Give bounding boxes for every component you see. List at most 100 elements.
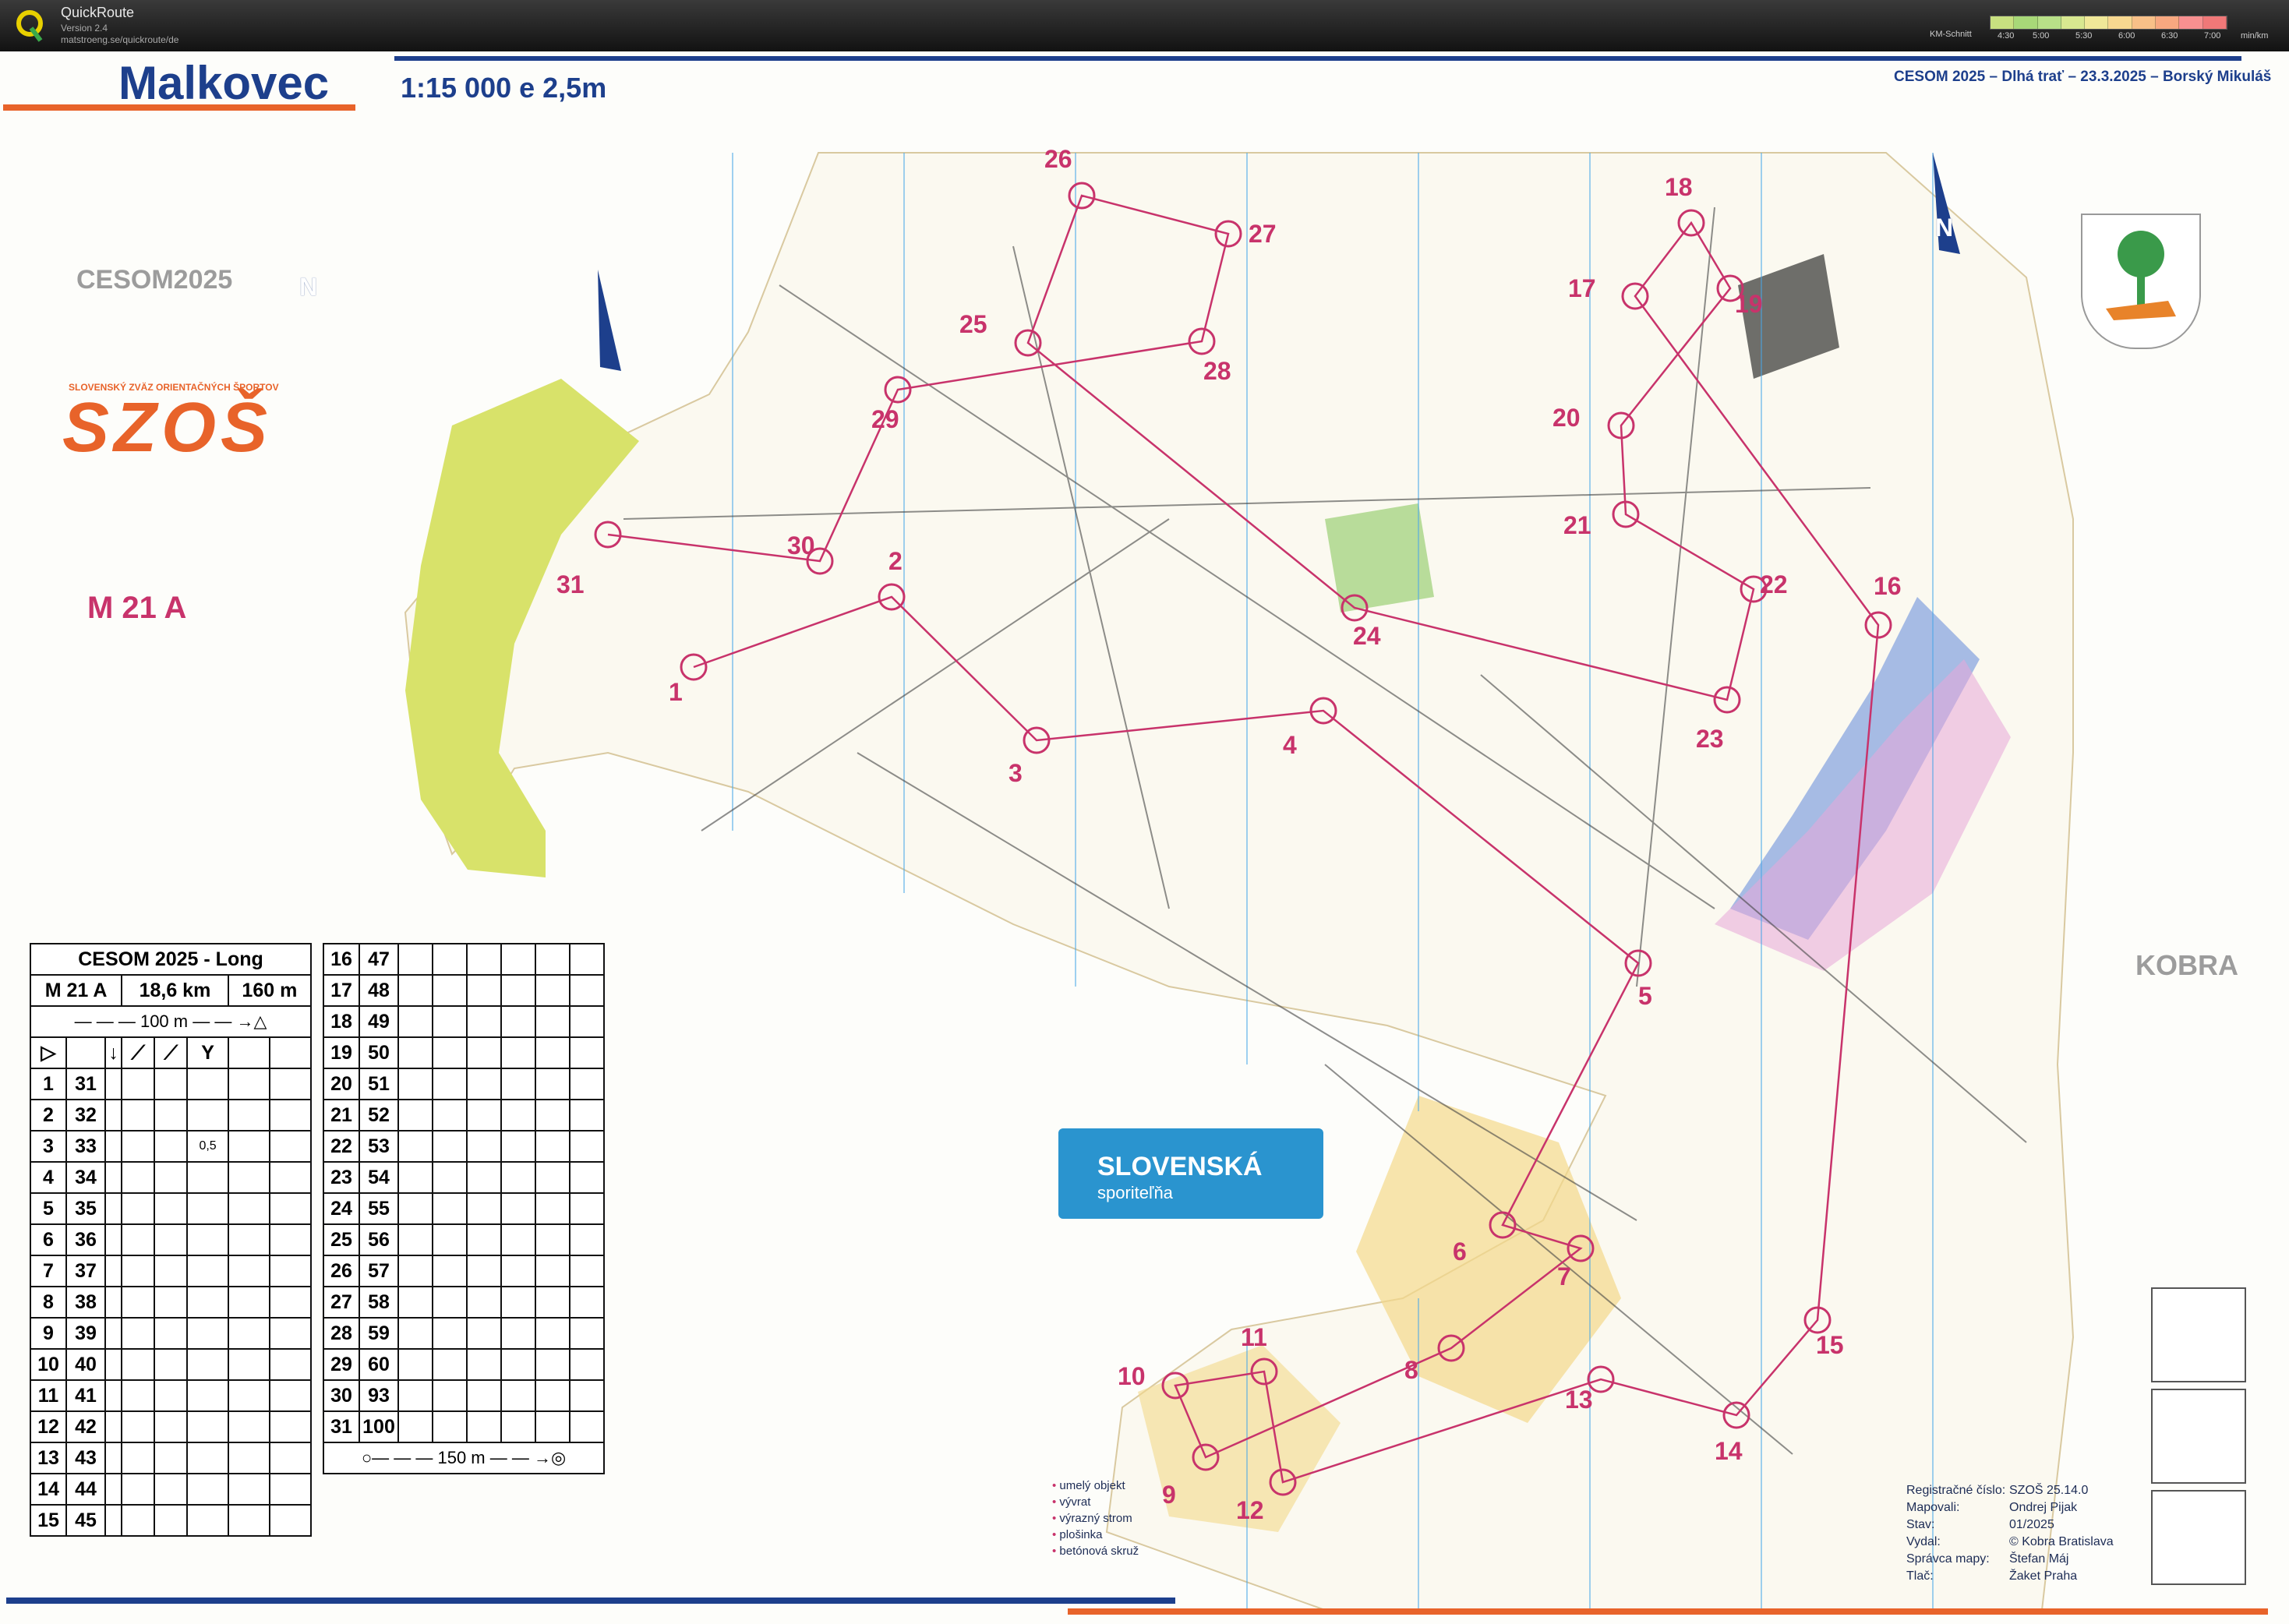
description-symbol-cell [431, 943, 468, 976]
description-symbol-cell [104, 1410, 123, 1443]
description-symbol-cell [227, 1161, 270, 1194]
info-value: 01/2025 [2009, 1518, 2054, 1531]
pace-legend-swatch [2037, 16, 2061, 29]
description-symbol-cell [227, 1317, 270, 1350]
description-number: 24 [323, 1192, 360, 1225]
description-symbol-cell [268, 1442, 313, 1474]
description-symbol-cell [568, 1099, 606, 1132]
coat-of-arms-icon [2081, 214, 2201, 349]
map-info: Registračné číslo: SZOŠ 25.14.0 Mapovali: O… [1906, 1482, 2114, 1585]
description-symbol-cell [534, 1379, 570, 1412]
description-number: 22 [323, 1130, 360, 1163]
description-code: 55 [359, 1192, 399, 1225]
description-code: 42 [65, 1410, 106, 1443]
control-number: 23 [1696, 725, 1724, 753]
description-symbol-cell [121, 1317, 156, 1350]
description-symbol-cell [431, 1348, 468, 1381]
description-number: 8 [30, 1286, 67, 1319]
pace-legend-swatch [2202, 16, 2227, 29]
description-symbol-cell [186, 1099, 229, 1132]
description-number: 29 [323, 1348, 360, 1381]
description-symbol-cell [121, 1068, 156, 1100]
description-code: 58 [359, 1286, 399, 1319]
description-symbol-cell [397, 1130, 433, 1163]
description-symbol-cell [465, 1379, 502, 1412]
description-symbol-cell [568, 1410, 606, 1443]
pace-legend-swatch [2132, 16, 2157, 29]
description-symbol-cell [268, 1068, 313, 1100]
description-symbol-cell [568, 1192, 606, 1225]
description-number: 9 [30, 1317, 67, 1350]
description-symbol-cell [431, 1255, 468, 1287]
description-symbol-cell [397, 1036, 433, 1069]
description-symbol-cell [397, 1223, 433, 1256]
description-number: 14 [30, 1473, 67, 1506]
description-number: 12 [30, 1410, 67, 1443]
description-symbol-cell [227, 1130, 270, 1163]
description-symbol-cell [268, 1286, 313, 1319]
control-number: 1 [669, 678, 683, 706]
description-code: 43 [65, 1442, 106, 1474]
app-url[interactable]: matstroeng.se/quickroute/de [61, 34, 178, 45]
description-symbol-cell [465, 943, 502, 976]
description-symbol-cell [227, 1379, 270, 1412]
description-number: 13 [30, 1442, 67, 1474]
control-number: 9 [1162, 1481, 1176, 1509]
pace-legend-swatch [2179, 16, 2203, 29]
description-symbol-cell [104, 1504, 123, 1537]
kobra-logo: KOBRA [2135, 949, 2238, 981]
control-number: 11 [1241, 1323, 1267, 1351]
description-symbol-cell [500, 1410, 536, 1443]
description-symbol-cell [465, 1348, 502, 1381]
description-symbol-cell [465, 1286, 502, 1319]
pace-legend-tick: min/km [2241, 31, 2269, 41]
description-symbol-cell [431, 1005, 468, 1038]
description-row: 23 54 [323, 1161, 606, 1194]
info-key: Stav: [1906, 1518, 1935, 1531]
description-symbol-cell [431, 1036, 468, 1069]
description-symbol-cell [431, 1286, 468, 1319]
control-number: 30 [787, 531, 815, 560]
description-row: 15 45 [30, 1504, 313, 1537]
description-symbol-cell [186, 1348, 229, 1381]
north-label: N [299, 273, 318, 301]
description-symbol-cell [268, 1317, 313, 1350]
description-number: 16 [323, 943, 360, 976]
description-symbol-cell [121, 1473, 156, 1506]
map-scale: 1:15 000 e 2,5m [401, 72, 607, 104]
description-number: 26 [323, 1255, 360, 1287]
description-symbol-cell [268, 1379, 313, 1412]
info-row: Tlač: Žaket Praha [1906, 1568, 2114, 1585]
description-number: 10 [30, 1348, 67, 1381]
pace-legend-swatch [2085, 16, 2109, 29]
description-symbol-cell [154, 1504, 189, 1537]
description-number: 11 [30, 1379, 67, 1412]
description-symbol-cell [268, 1410, 313, 1443]
control-number: 3 [1009, 759, 1023, 787]
description-symbol-cell [227, 1410, 270, 1443]
control-number: 26 [1044, 145, 1072, 173]
description-symbol-cell [154, 1348, 189, 1381]
description-code: 37 [65, 1255, 106, 1287]
description-symbol-cell [154, 1442, 189, 1474]
description-symbol-cell [431, 974, 468, 1007]
description-row: 28 59 [323, 1317, 606, 1350]
description-symbol-cell [154, 1223, 189, 1256]
pace-legend-tick: 4:30 [1998, 31, 2015, 41]
description-symbol-cell [104, 1473, 123, 1506]
description-symbol-cell [227, 1068, 270, 1100]
description-code: 35 [65, 1192, 106, 1225]
description-symbol-cell [568, 1223, 606, 1256]
control-number: 12 [1236, 1496, 1264, 1524]
control-number: 8 [1404, 1356, 1418, 1384]
description-code: 32 [65, 1099, 106, 1132]
description-symbol-cell [397, 1410, 433, 1443]
map-title: Malkovec [118, 57, 330, 109]
description-row: 29 60 [323, 1348, 606, 1381]
control-number: 10 [1118, 1362, 1146, 1390]
pace-legend-bar [1990, 16, 2227, 30]
control-number: 25 [959, 310, 987, 338]
description-symbol-cell [268, 1223, 313, 1256]
description-symbol-cell [121, 1379, 156, 1412]
description-symbol-cell [121, 1223, 156, 1256]
